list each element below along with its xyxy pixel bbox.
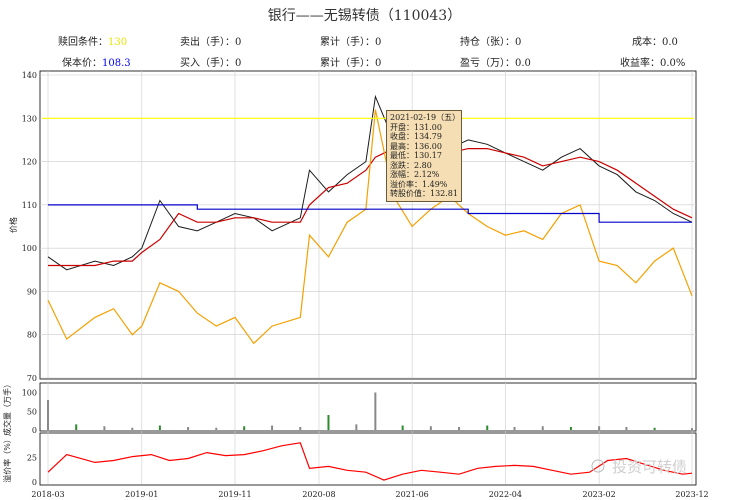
tooltip-line: 溢价率：1.49% — [390, 179, 448, 189]
volume-bar — [541, 426, 544, 430]
volume-bar — [47, 400, 49, 430]
volume-bar — [131, 427, 134, 430]
volume-bar — [355, 424, 358, 430]
volume-bar — [691, 428, 693, 430]
tooltip-line: 收盘：134.79 — [390, 132, 442, 141]
volume-bar — [625, 427, 628, 430]
price-panel-frame — [39, 70, 697, 380]
price-y-tick-label: 90 — [27, 287, 37, 296]
x-tick-label: 2022-04 — [489, 490, 522, 499]
volume-bar — [401, 425, 404, 430]
x-tick-label: 2019-11 — [218, 490, 251, 499]
tooltip-line: 涨幅：2.12% — [390, 170, 440, 179]
price-y-tick-label: 120 — [22, 158, 37, 167]
x-tick-label: 2023-02 — [582, 490, 615, 499]
tooltip-lines: 2021-02-19（五） 开盘：131.00 收盘：134.79 最高：136.00… — [390, 113, 461, 199]
volume-bar — [429, 426, 432, 430]
volume-bar — [215, 427, 218, 430]
price-tooltip: 2021-02-19（五） 开盘：131.00 收盘：134.79 最高：136.00… — [386, 110, 462, 202]
volume-bar — [158, 425, 161, 430]
volume-bar — [243, 426, 246, 430]
volume-bar — [653, 427, 656, 430]
volume-y-tick-label: 100 — [22, 389, 37, 398]
volume-panel-frame — [39, 382, 697, 432]
price-y-tick-label: 110 — [22, 201, 37, 210]
volume-bar — [299, 427, 302, 430]
tooltip-line: 转股价值：132.81 — [390, 189, 458, 198]
volume-bar — [187, 427, 190, 430]
premium-y-axis-label: 溢价率（%） — [2, 435, 12, 483]
volume-y-tick-label: 0 — [32, 426, 37, 435]
volume-bar — [75, 424, 78, 430]
tooltip-line: 开盘：131.00 — [390, 122, 442, 132]
tooltip-line: 最高：136.00 — [390, 141, 442, 151]
price-y-tick-label: 100 — [22, 244, 37, 253]
tooltip-line: 涨跌：2.80 — [390, 160, 432, 170]
volume-bar — [513, 427, 516, 430]
x-tick-label: 2018-03 — [31, 490, 64, 499]
premium-panel-frame — [39, 432, 697, 486]
volume-bar — [103, 426, 106, 430]
volume-y-tick-label: 50 — [27, 407, 37, 416]
price-y-tick-label: 80 — [27, 331, 37, 340]
volume-bar — [569, 427, 572, 430]
x-tick-label: 2020-08 — [302, 490, 335, 499]
x-tick-label: 2021-06 — [396, 490, 429, 499]
volume-bar — [486, 425, 489, 430]
x-tick-label: 2019-01 — [125, 490, 158, 499]
volume-y-axis-label: 成交量（万手） — [2, 380, 12, 436]
price-y-tick-label: 140 — [22, 71, 37, 80]
tooltip-line: 最低：130.17 — [390, 151, 442, 160]
volume-bar — [327, 415, 330, 430]
chart-svg: 2018-03 2019-01 2019-11 2020-08 2021-06 2022-… — [2, 70, 709, 499]
watermark-text: 投资可转债 — [612, 458, 687, 476]
chart-root: 银行——无锡转债（110043） 赎回条件：130 卖出（手）：0 累计（手）：… — [0, 0, 729, 500]
premium-y-tick-label: 0 — [32, 478, 37, 487]
tooltip-line: 2021-02-19（五） — [390, 113, 461, 122]
price-y-tick-label: 70 — [27, 374, 37, 383]
premium-y-tick-label: 25 — [27, 454, 37, 463]
volume-bar — [598, 426, 601, 430]
price-y-axis-label: 价格 — [8, 217, 18, 233]
x-tick-label: 2023-12 — [675, 490, 708, 499]
volume-bar — [374, 392, 377, 430]
price-y-tick-label: 130 — [22, 114, 37, 123]
volume-bar — [271, 425, 274, 430]
volume-bar — [458, 427, 461, 430]
